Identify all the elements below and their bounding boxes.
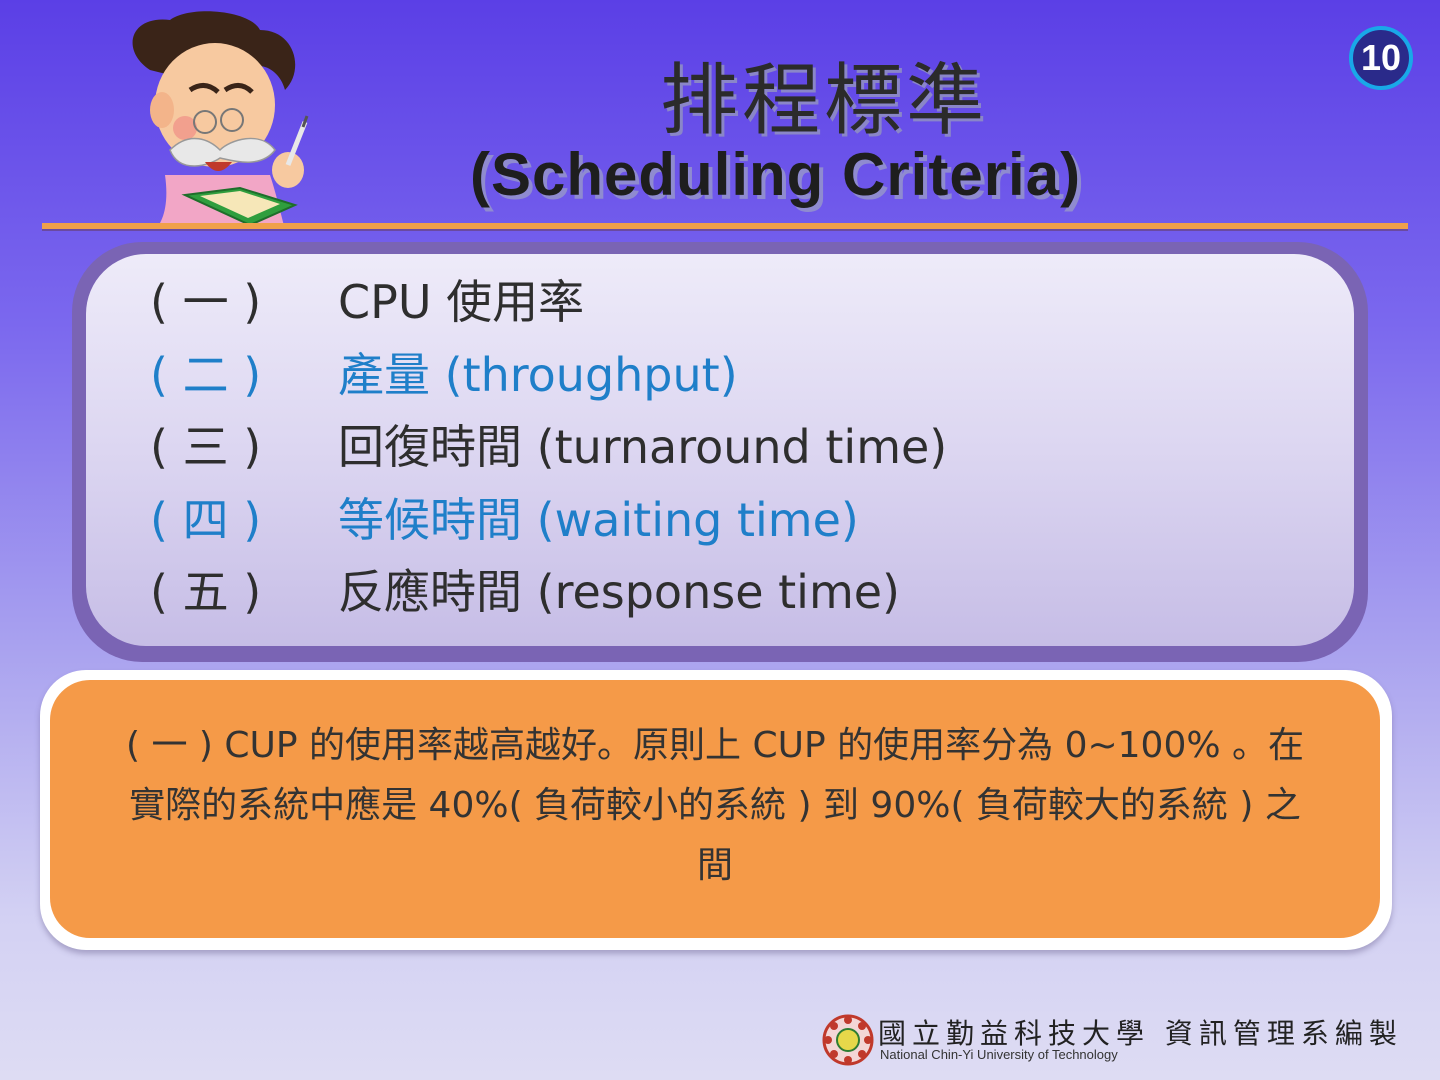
criteria-label: 產量 (throughput) <box>338 348 738 402</box>
note-line: 實際的系統中應是 40%( 負荷較小的系統 ) 到 90%( 負荷較大的系統 )… <box>129 785 1301 826</box>
note-text: ( 一 ) CUP 的使用率越高越好。原則上 CUP 的使用率分為 0~100%… <box>70 716 1360 896</box>
page-title-chinese: 排程標準 <box>660 56 989 146</box>
criteria-item: ( 五 ) 反應時間 (response time) <box>150 556 900 622</box>
criteria-label: 回復時間 (turnaround time) <box>338 420 948 474</box>
criteria-label: 等候時間 (waiting time) <box>338 493 859 547</box>
criteria-number: ( 二 ) <box>150 348 262 402</box>
criteria-number: ( 一 ) <box>150 275 262 329</box>
footer: 國立勤益科技大學 資訊管理系編製 National Chin-Yi Univer… <box>820 1010 1420 1070</box>
criteria-number: ( 四 ) <box>150 493 262 547</box>
footer-institution: 國立勤益科技大學 資訊管理系編製 <box>878 1017 1403 1050</box>
criteria-item: ( 三 ) 回復時間 (turnaround time) <box>150 411 947 477</box>
professor-reading-book-icon <box>132 11 309 230</box>
criteria-item: ( 四 ) 等候時間 (waiting time) <box>150 484 859 550</box>
note-panel-inner: ( 一 ) CUP 的使用率越高越好。原則上 CUP 的使用率分為 0~100%… <box>50 680 1380 938</box>
page-number-badge: 10 <box>1349 26 1413 90</box>
note-line: 間 <box>696 845 733 886</box>
criteria-number: ( 三 ) <box>150 420 262 474</box>
page-title-english: (Scheduling Criteria) <box>470 141 1082 208</box>
criteria-item: ( 二 ) 產量 (throughput) <box>150 339 738 405</box>
note-line: ( 一 ) CUP 的使用率越高越好。原則上 CUP 的使用率分為 0~100%… <box>125 725 1305 766</box>
university-seal-icon <box>822 1014 874 1066</box>
criteria-label: 反應時間 (response time) <box>338 565 900 619</box>
title-divider <box>42 223 1408 229</box>
criteria-number: ( 五 ) <box>150 565 262 619</box>
note-panel: ( 一 ) CUP 的使用率越高越好。原則上 CUP 的使用率分為 0~100%… <box>40 670 1392 950</box>
footer-institution-english: National Chin-Yi University of Technolog… <box>880 1047 1118 1062</box>
criteria-item: ( 一 ) CPU 使用率 <box>150 266 584 332</box>
criteria-label: CPU 使用率 <box>338 275 585 329</box>
